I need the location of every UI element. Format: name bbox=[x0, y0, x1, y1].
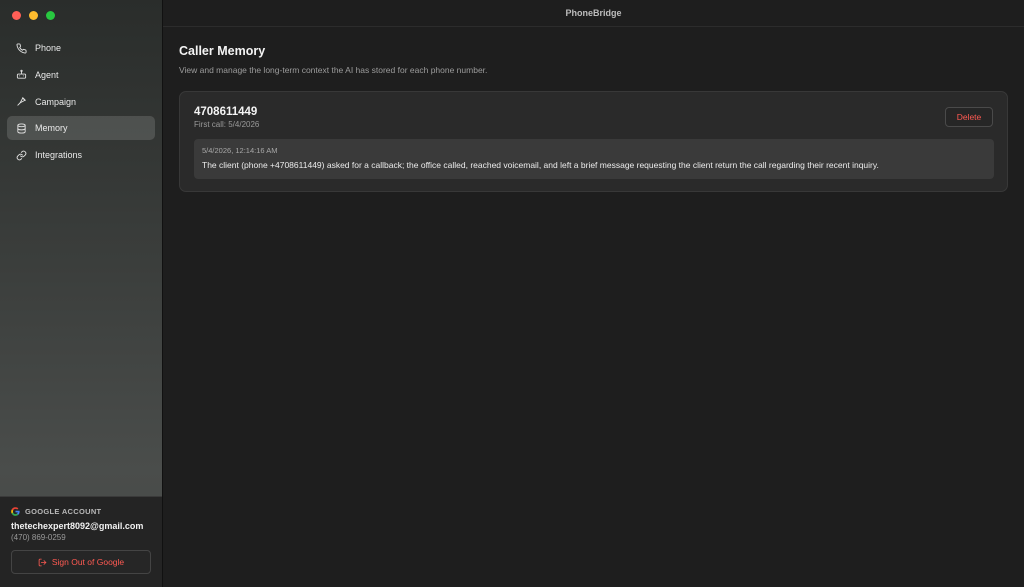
memory-entry: 5/4/2026, 12:14:16 AM The client (phone … bbox=[194, 139, 994, 179]
sidebar-item-agent[interactable]: Agent bbox=[7, 63, 155, 87]
google-account-panel: GOOGLE ACCOUNT thetechexpert8092@gmail.c… bbox=[0, 496, 162, 587]
sign-out-icon bbox=[38, 558, 47, 566]
caller-first-call: First call: 5/4/2026 bbox=[194, 120, 260, 129]
memory-entry-timestamp: 5/4/2026, 12:14:16 AM bbox=[202, 146, 278, 155]
sidebar-item-campaign[interactable]: Campaign bbox=[7, 90, 155, 114]
sidebar-item-label: Campaign bbox=[35, 96, 77, 107]
caller-card: 4708611449 First call: 5/4/2026 Delete 5… bbox=[179, 91, 1008, 192]
megaphone-icon bbox=[17, 97, 26, 106]
close-window-button[interactable] bbox=[12, 11, 21, 20]
caller-number: 4708611449 bbox=[194, 106, 258, 118]
delete-caller-button[interactable]: Delete bbox=[945, 107, 993, 127]
sidebar-item-memory[interactable]: Memory bbox=[7, 116, 155, 141]
link-icon bbox=[16, 150, 27, 160]
window-controls bbox=[12, 11, 55, 20]
sidebar-item-label: Memory bbox=[35, 123, 68, 134]
account-heading: GOOGLE ACCOUNT bbox=[11, 507, 151, 516]
phone-icon bbox=[16, 42, 27, 53]
memory-entry-text: The client (phone +4708611449) asked for… bbox=[202, 160, 879, 170]
sidebar-item-label: Integrations bbox=[35, 150, 83, 161]
app-window: Phone Agent Campaign Memory Integrations bbox=[0, 0, 1024, 587]
account-phone: (470) 869-0259 bbox=[11, 533, 66, 542]
main-panel: PhoneBridge Caller Memory View and manag… bbox=[163, 0, 1024, 587]
sign-out-button[interactable]: Sign Out of Google bbox=[11, 550, 151, 574]
sidebar-item-phone[interactable]: Phone bbox=[7, 36, 155, 60]
account-email: thetechexpert8092@gmail.com bbox=[11, 521, 144, 531]
sidebar-nav: Phone Agent Campaign Memory Integrations bbox=[7, 36, 155, 170]
page-subtitle: View and manage the long-term context th… bbox=[179, 65, 488, 75]
page-title: Caller Memory bbox=[179, 44, 266, 58]
sidebar: Phone Agent Campaign Memory Integrations bbox=[0, 0, 163, 587]
database-icon bbox=[17, 123, 26, 134]
robot-icon bbox=[16, 69, 27, 79]
sidebar-item-integrations[interactable]: Integrations bbox=[7, 143, 155, 167]
sidebar-item-label: Phone bbox=[35, 43, 62, 53]
google-icon bbox=[11, 507, 20, 516]
sign-out-label: Sign Out of Google bbox=[51, 557, 125, 567]
caller-memory-section: Caller Memory View and manage the long-t… bbox=[179, 44, 1009, 192]
sidebar-item-label: Agent bbox=[35, 69, 59, 80]
minimize-window-button[interactable] bbox=[29, 11, 38, 20]
maximize-window-button[interactable] bbox=[46, 11, 55, 20]
window-title: PhoneBridge bbox=[163, 0, 1024, 27]
